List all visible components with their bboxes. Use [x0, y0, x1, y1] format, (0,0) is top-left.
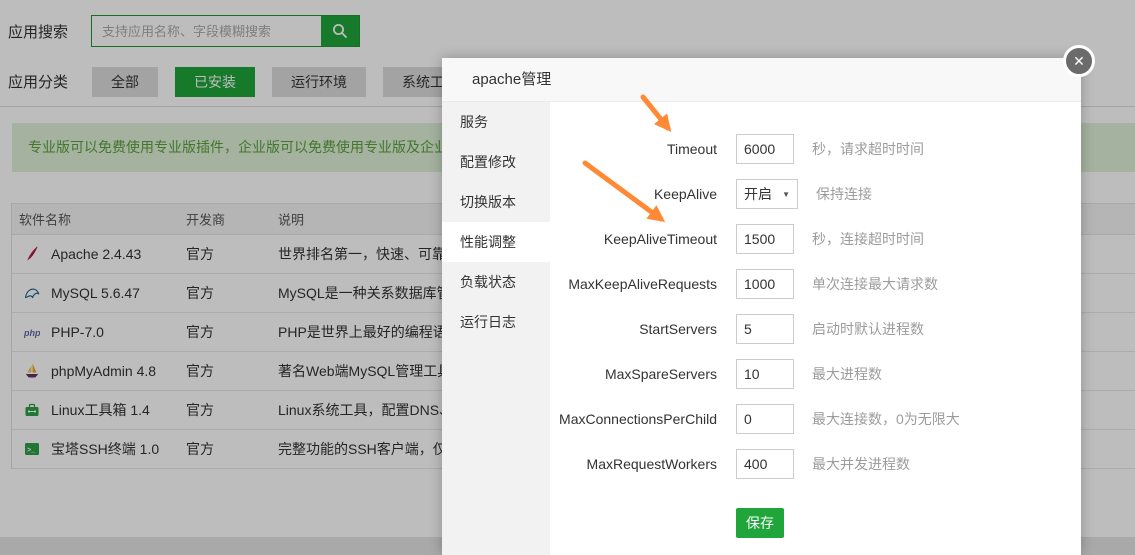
keepalivetimeout-input[interactable]	[736, 224, 794, 254]
keepalive-select[interactable]: 开启 ▼	[736, 179, 798, 209]
maxkeepaliverequests-hint: 单次连接最大请求数	[812, 274, 938, 294]
modal-title: apache管理	[442, 58, 1081, 102]
close-icon[interactable]: ✕	[1063, 45, 1095, 77]
maxrequestworkers-label: MaxRequestWorkers	[550, 456, 717, 472]
modal-sidebar: 服务 配置修改 切换版本 性能调整 负载状态 运行日志	[442, 102, 550, 555]
startservers-input[interactable]	[736, 314, 794, 344]
tab-config-edit[interactable]: 配置修改	[442, 142, 550, 182]
form-row-maxkeepaliverequests: MaxKeepAliveRequests 单次连接最大请求数	[550, 269, 1081, 299]
keepalivetimeout-label: KeepAliveTimeout	[550, 231, 717, 247]
keepalive-label: KeepAlive	[550, 186, 717, 202]
tab-switch-version[interactable]: 切换版本	[442, 182, 550, 222]
app-store-page: 应用搜索 应用分类 全部 已安装 运行环境 系统工具 专业版可以免费使用专业版插…	[0, 0, 1135, 555]
save-button[interactable]: 保存	[736, 508, 784, 538]
form-row-timeout: Timeout 秒，请求超时时间	[550, 134, 1081, 164]
maxconnectionsperchild-hint: 最大连接数，0为无限大	[812, 409, 960, 429]
form-row-startservers: StartServers 启动时默认进程数	[550, 314, 1081, 344]
tab-run-log[interactable]: 运行日志	[442, 302, 550, 342]
startservers-label: StartServers	[550, 321, 717, 337]
form-row-maxspareservers: MaxSpareServers 最大进程数	[550, 359, 1081, 389]
maxkeepaliverequests-label: MaxKeepAliveRequests	[550, 276, 717, 292]
maxconnectionsperchild-input[interactable]	[736, 404, 794, 434]
tab-performance-tuning[interactable]: 性能调整	[442, 222, 550, 262]
maxkeepaliverequests-input[interactable]	[736, 269, 794, 299]
maxrequestworkers-hint: 最大并发进程数	[812, 454, 910, 474]
maxspareservers-hint: 最大进程数	[812, 364, 882, 384]
timeout-label: Timeout	[550, 141, 717, 157]
tab-service[interactable]: 服务	[442, 102, 550, 142]
tab-load-status[interactable]: 负载状态	[442, 262, 550, 302]
keepalivetimeout-hint: 秒，连接超时时间	[812, 229, 924, 249]
form-row-keepalive: KeepAlive 开启 ▼ 保持连接	[550, 179, 1081, 209]
timeout-input[interactable]	[736, 134, 794, 164]
form-row-keepalivetimeout: KeepAliveTimeout 秒，连接超时时间	[550, 224, 1081, 254]
maxconnectionsperchild-label: MaxConnectionsPerChild	[550, 411, 717, 427]
keepalive-hint: 保持连接	[816, 184, 872, 204]
maxspareservers-label: MaxSpareServers	[550, 366, 717, 382]
apache-manage-modal: apache管理 服务 配置修改 切换版本 性能调整 负载状态 运行日志 Tim…	[442, 58, 1081, 555]
performance-form: Timeout 秒，请求超时时间 KeepAlive 开启 ▼ 保持连接 Kee…	[550, 102, 1081, 555]
timeout-hint: 秒，请求超时时间	[812, 139, 924, 159]
startservers-hint: 启动时默认进程数	[812, 319, 924, 339]
form-row-maxconnectionsperchild: MaxConnectionsPerChild 最大连接数，0为无限大	[550, 404, 1081, 434]
keepalive-selected-value: 开启	[744, 184, 772, 204]
maxrequestworkers-input[interactable]	[736, 449, 794, 479]
chevron-down-icon: ▼	[782, 190, 790, 199]
maxspareservers-input[interactable]	[736, 359, 794, 389]
form-row-maxrequestworkers: MaxRequestWorkers 最大并发进程数	[550, 449, 1081, 479]
